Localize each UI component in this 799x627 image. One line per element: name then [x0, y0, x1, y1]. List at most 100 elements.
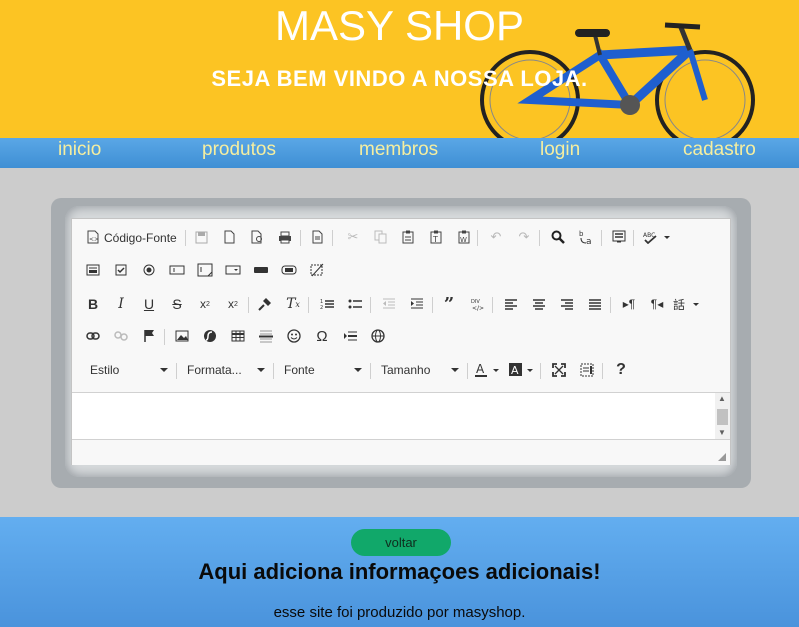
toolbar-separator	[492, 297, 493, 313]
spellcheck-icon[interactable]: ABC	[641, 226, 673, 248]
chevron-down-icon	[354, 368, 362, 372]
editor-frame: <> Código-Fonte ✂ T W ↶ ↷ b a ABC B I U …	[51, 198, 751, 488]
link-icon[interactable]	[82, 325, 104, 347]
print-icon[interactable]	[274, 226, 296, 248]
toolbar-row-1: <> Código-Fonte ✂ T W ↶ ↷ b a ABC	[72, 226, 730, 256]
toolbar-row-2	[72, 259, 730, 289]
form-icon[interactable]	[82, 259, 104, 281]
background-color-icon[interactable]: A	[507, 359, 537, 381]
size-dropdown[interactable]: Tamanho	[373, 359, 463, 381]
toolbar-separator	[601, 230, 602, 246]
text-direction-ltr-icon[interactable]: ▸¶	[618, 293, 640, 315]
checkbox-icon[interactable]	[110, 259, 132, 281]
cut-icon[interactable]: ✂	[342, 226, 364, 248]
scroll-thumb[interactable]	[717, 409, 728, 425]
text-direction-rtl-icon[interactable]: ¶◂	[646, 293, 668, 315]
scroll-down-icon[interactable]: ▼	[718, 428, 726, 437]
source-button-label[interactable]: Código-Fonte	[104, 231, 177, 245]
editor-toolbar: <> Código-Fonte ✂ T W ↶ ↷ b a ABC B I U …	[72, 219, 730, 391]
copy-format-icon[interactable]	[254, 293, 276, 315]
image-icon[interactable]	[171, 325, 193, 347]
templates-icon[interactable]	[306, 226, 328, 248]
paste-word-icon[interactable]: W	[453, 226, 475, 248]
justify-icon[interactable]	[584, 293, 606, 315]
text-field-icon[interactable]	[166, 259, 188, 281]
save-icon[interactable]	[190, 226, 212, 248]
editor-scrollbar[interactable]: ▲ ▼	[715, 393, 730, 439]
nav-item-inicio[interactable]: inicio	[58, 139, 101, 161]
horizontal-line-icon[interactable]	[255, 325, 277, 347]
toolbar-separator	[610, 297, 611, 313]
nav-item-cadastro[interactable]: cadastro	[683, 139, 756, 161]
paste-text-icon[interactable]: T	[425, 226, 447, 248]
numbered-list-icon[interactable]: 12	[316, 293, 338, 315]
iframe-globe-icon[interactable]	[367, 325, 389, 347]
font-dropdown[interactable]: Fonte	[276, 359, 366, 381]
toolbar-separator	[248, 297, 249, 313]
button-field-icon[interactable]	[250, 259, 272, 281]
select-all-icon[interactable]	[608, 226, 630, 248]
preview-icon[interactable]	[246, 226, 268, 248]
blockquote-icon[interactable]: ”	[438, 293, 460, 315]
svg-text:b: b	[579, 230, 584, 238]
toolbar-separator	[308, 297, 309, 313]
superscript-icon[interactable]: x2	[222, 293, 244, 315]
back-button[interactable]: voltar	[351, 529, 451, 556]
table-icon[interactable]	[227, 325, 249, 347]
style-dropdown[interactable]: Estilo	[82, 359, 172, 381]
editor-statusbar	[72, 441, 730, 465]
anchor-flag-icon[interactable]	[138, 325, 160, 347]
radio-icon[interactable]	[138, 259, 160, 281]
align-left-icon[interactable]	[500, 293, 522, 315]
toolbar-separator	[539, 230, 540, 246]
page-break-icon[interactable]	[339, 325, 361, 347]
copy-icon[interactable]	[369, 226, 391, 248]
source-icon[interactable]: <>	[82, 226, 104, 248]
underline-icon[interactable]: U	[138, 293, 160, 315]
text-color-icon[interactable]: A	[473, 359, 503, 381]
toolbar-separator	[602, 363, 603, 379]
flash-icon[interactable]	[199, 325, 221, 347]
unlink-icon[interactable]	[110, 325, 132, 347]
undo-icon[interactable]: ↶	[485, 226, 507, 248]
nav-item-membros[interactable]: membros	[359, 139, 438, 161]
hidden-field-icon[interactable]	[306, 259, 328, 281]
italic-icon[interactable]: I	[110, 293, 132, 315]
special-char-icon[interactable]: Ω	[311, 325, 333, 347]
nav-item-produtos[interactable]: produtos	[202, 139, 276, 161]
find-icon[interactable]	[547, 226, 569, 248]
increase-indent-icon[interactable]	[406, 293, 428, 315]
decrease-indent-icon[interactable]	[378, 293, 400, 315]
bulleted-list-icon[interactable]	[344, 293, 366, 315]
show-blocks-icon[interactable]	[576, 359, 598, 381]
align-right-icon[interactable]	[556, 293, 578, 315]
toolbar-separator	[300, 230, 301, 246]
nav-item-login[interactable]: login	[540, 139, 580, 161]
new-page-icon[interactable]	[218, 226, 240, 248]
select-field-icon[interactable]	[222, 259, 244, 281]
help-icon[interactable]: ?	[610, 359, 632, 381]
subscript-icon[interactable]: x2	[194, 293, 216, 315]
editor-content-area[interactable]: ▲ ▼	[72, 392, 730, 440]
bold-icon[interactable]: B	[82, 293, 104, 315]
editor-frame-inner: <> Código-Fonte ✂ T W ↶ ↷ b a ABC B I U …	[65, 206, 737, 477]
resize-handle-icon[interactable]	[718, 453, 726, 461]
replace-icon[interactable]: ba	[575, 226, 597, 248]
rich-text-editor: <> Código-Fonte ✂ T W ↶ ↷ b a ABC B I U …	[71, 218, 731, 465]
paste-icon[interactable]	[397, 226, 419, 248]
toolbar-separator	[370, 297, 371, 313]
smiley-icon[interactable]	[283, 325, 305, 347]
toolbar-separator	[477, 230, 478, 246]
toolbar-separator	[633, 230, 634, 246]
scroll-up-icon[interactable]: ▲	[718, 394, 726, 403]
remove-format-icon[interactable]: Tx	[282, 293, 304, 315]
language-icon[interactable]: 話	[672, 293, 702, 315]
format-dropdown[interactable]: Formata...	[179, 359, 269, 381]
redo-icon[interactable]: ↷	[513, 226, 535, 248]
div-container-icon[interactable]: DIV </>	[466, 293, 488, 315]
maximize-icon[interactable]	[548, 359, 570, 381]
strikethrough-icon[interactable]: S	[166, 293, 188, 315]
image-button-icon[interactable]	[278, 259, 300, 281]
textarea-icon[interactable]	[194, 259, 216, 281]
align-center-icon[interactable]	[528, 293, 550, 315]
